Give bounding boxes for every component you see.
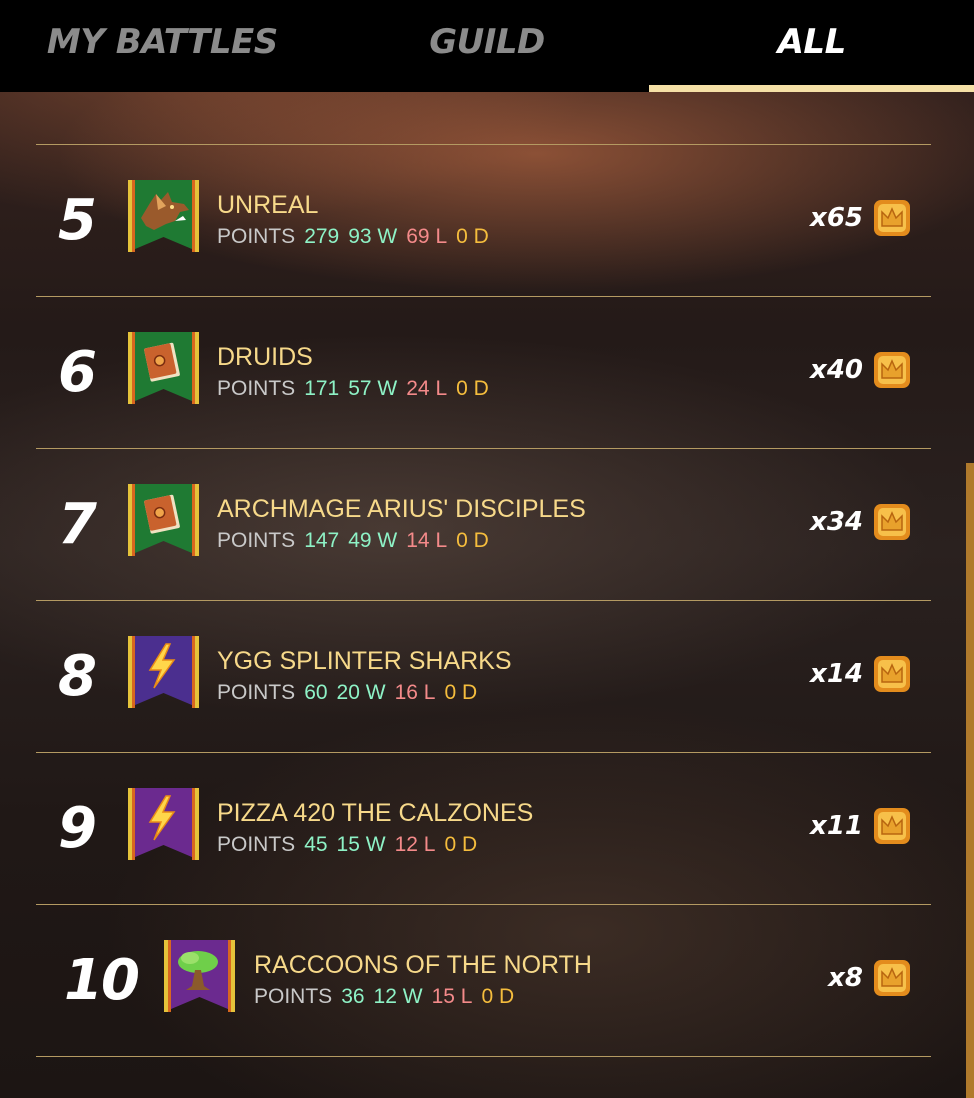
- crown-chest-icon: [871, 804, 913, 848]
- guild-name[interactable]: ARCHMAGE ARIUS' DISCIPLES: [217, 495, 586, 524]
- points-label: POINTS: [217, 377, 296, 400]
- draws-value: 0 D: [444, 681, 478, 704]
- points-value: 171: [304, 377, 340, 400]
- guild-stats: POINTS 45 15 W 12 L 0 D: [217, 833, 477, 857]
- draws-value: 0 D: [444, 833, 478, 856]
- points-label: POINTS: [217, 833, 296, 856]
- points-label: POINTS: [254, 985, 333, 1008]
- points-value: 60: [304, 681, 328, 704]
- rank-number: 8: [58, 643, 97, 709]
- crown-chest-icon: [871, 652, 913, 696]
- reward-multiplier: x34: [810, 507, 863, 537]
- guild-name[interactable]: DRUIDS: [217, 343, 313, 372]
- guild-name[interactable]: YGG SPLINTER SHARKS: [217, 647, 512, 676]
- wins-value: 57 W: [348, 377, 398, 400]
- losses-value: 15 L: [431, 985, 473, 1008]
- list-item[interactable]: 9 PIZZA 420 THE CALZONES POINTS 45 15 W …: [36, 752, 931, 905]
- guild-stats: POINTS 147 49 W 14 L 0 D: [217, 529, 489, 553]
- reward-multiplier: x14: [810, 659, 863, 689]
- list-item[interactable]: 10 RACCOONS OF THE NORTH POINTS 36 12 W …: [36, 904, 931, 1057]
- guild-name[interactable]: UNREAL: [217, 191, 318, 220]
- crown-chest-icon: [871, 196, 913, 240]
- guild-banner: [128, 636, 199, 708]
- spellbook-icon: [128, 484, 199, 556]
- tab-guild[interactable]: GUILD: [325, 0, 650, 92]
- wins-value: 20 W: [336, 681, 386, 704]
- guild-name[interactable]: RACCOONS OF THE NORTH: [254, 951, 592, 980]
- list-item[interactable]: 6 DRUIDS POINTS 171 57 W 24 L 0 D x40: [36, 296, 931, 449]
- rank-number: 5: [58, 187, 97, 253]
- points-value: 147: [304, 529, 340, 552]
- reward: x11: [810, 804, 913, 848]
- points-value: 279: [304, 225, 340, 248]
- crown-chest-icon: [871, 956, 913, 1000]
- wins-value: 15 W: [336, 833, 386, 856]
- rank-number: 9: [58, 795, 97, 861]
- points-label: POINTS: [217, 681, 296, 704]
- wolf-icon: [128, 180, 199, 252]
- guild-stats: POINTS 171 57 W 24 L 0 D: [217, 377, 489, 401]
- tree-icon: [164, 940, 235, 1012]
- guild-banner: [128, 332, 199, 404]
- list-item[interactable]: 7 ARCHMAGE ARIUS' DISCIPLES POINTS 147 4…: [36, 448, 931, 601]
- tab-my-battles[interactable]: MY BATTLES: [0, 0, 325, 92]
- points-value: 45: [304, 833, 328, 856]
- list-item[interactable]: 8 YGG SPLINTER SHARKS POINTS 60 20 W 16 …: [36, 600, 931, 753]
- points-value: 36: [341, 985, 365, 1008]
- guild-banner: [164, 940, 235, 1012]
- wins-value: 93 W: [348, 225, 398, 248]
- draws-value: 0 D: [456, 529, 489, 552]
- reward-multiplier: x11: [810, 811, 863, 841]
- guild-name[interactable]: PIZZA 420 THE CALZONES: [217, 799, 533, 828]
- reward-multiplier: x65: [810, 203, 863, 233]
- points-label: POINTS: [217, 225, 296, 248]
- draws-value: 0 D: [456, 225, 489, 248]
- points-label: POINTS: [217, 529, 296, 552]
- reward: x8: [828, 956, 913, 1000]
- crown-chest-icon: [871, 348, 913, 392]
- reward: x34: [810, 500, 913, 544]
- wins-value: 49 W: [348, 529, 398, 552]
- spellbook-icon: [128, 332, 199, 404]
- lightning-icon: [128, 636, 199, 708]
- losses-value: 12 L: [394, 833, 436, 856]
- losses-value: 16 L: [394, 681, 436, 704]
- guild-banner: [128, 788, 199, 860]
- losses-value: 24 L: [406, 377, 448, 400]
- lightning-icon: [128, 788, 199, 860]
- losses-value: 69 L: [406, 225, 448, 248]
- wins-value: 12 W: [373, 985, 423, 1008]
- list-item[interactable]: 5 UNREAL POINTS 279 93 W 69 L 0 D x65: [36, 144, 931, 297]
- reward: x65: [810, 196, 913, 240]
- rank-number: 10: [64, 947, 140, 1013]
- rank-number: 6: [58, 339, 97, 405]
- scrollbar[interactable]: [966, 463, 974, 1098]
- guild-stats: POINTS 60 20 W 16 L 0 D: [217, 681, 477, 705]
- reward: x40: [810, 348, 913, 392]
- reward: x14: [810, 652, 913, 696]
- guild-banner: [128, 180, 199, 252]
- leaderboard-tabs: MY BATTLES GUILD ALL: [0, 0, 974, 92]
- reward-multiplier: x8: [828, 963, 863, 993]
- guild-stats: POINTS 36 12 W 15 L 0 D: [254, 985, 514, 1009]
- rank-number: 7: [58, 491, 97, 557]
- guild-stats: POINTS 279 93 W 69 L 0 D: [217, 225, 489, 249]
- draws-value: 0 D: [456, 377, 489, 400]
- losses-value: 14 L: [406, 529, 448, 552]
- draws-value: 0 D: [481, 985, 515, 1008]
- reward-multiplier: x40: [810, 355, 863, 385]
- crown-chest-icon: [871, 500, 913, 544]
- guild-banner: [128, 484, 199, 556]
- tab-all[interactable]: ALL: [649, 0, 974, 92]
